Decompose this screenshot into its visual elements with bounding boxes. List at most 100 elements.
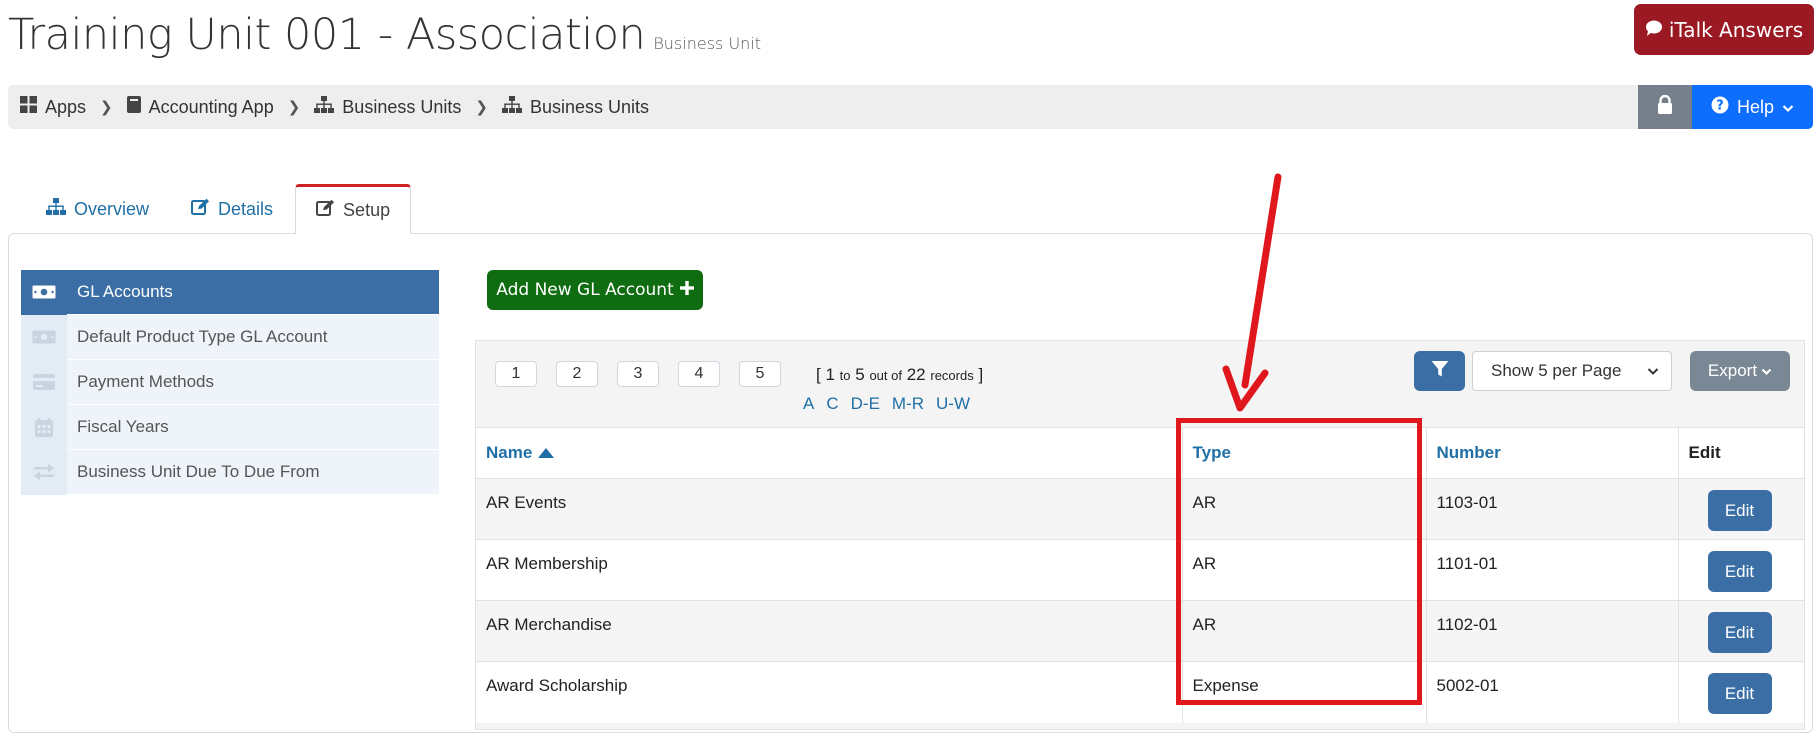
table-header-row: Name Type Number Edit — [476, 427, 1804, 479]
help-label: Help — [1736, 96, 1775, 117]
column-header-label: Name — [486, 442, 533, 462]
edit-icon — [191, 198, 210, 221]
cell-edit: Edit — [1677, 661, 1804, 723]
records-to: 5 — [855, 365, 865, 384]
cell-number: 1101-01 — [1425, 539, 1678, 601]
edit-icon — [316, 199, 335, 222]
lock-icon — [1657, 94, 1673, 119]
book-icon — [126, 96, 141, 118]
column-header-number[interactable]: Number — [1425, 427, 1678, 479]
export-label: Export — [1707, 361, 1758, 380]
column-header-type[interactable]: Type — [1181, 427, 1426, 479]
cell-number: 1103-01 — [1425, 478, 1678, 540]
breadcrumb-item-business-units[interactable]: Business Units — [314, 96, 461, 118]
letter-filter-m-r[interactable]: M-R — [892, 394, 924, 414]
filter-button[interactable] — [1414, 351, 1465, 391]
gl-accounts-table: Name Type Number Edit AR Events AR 1103-… — [476, 427, 1804, 723]
edit-button[interactable]: Edit — [1707, 673, 1772, 714]
cell-name: Award Scholarship — [476, 661, 1182, 723]
breadcrumb-item-apps[interactable]: Apps — [20, 96, 86, 118]
edit-button[interactable]: Edit — [1707, 612, 1772, 653]
breadcrumb-label: Apps — [45, 96, 87, 117]
breadcrumb-bar: Apps ❯ Accounting App ❯ Business Units ❯… — [8, 85, 1813, 129]
calendar-icon — [21, 404, 67, 450]
table-row: AR Events AR 1103-01 Edit — [476, 478, 1804, 540]
tab-bar: Overview Details Setup — [26, 184, 413, 234]
chevron-right-icon: ❯ — [475, 99, 488, 116]
column-header-name[interactable]: Name — [476, 427, 1182, 479]
letter-filter-d-e[interactable]: D-E — [851, 394, 880, 414]
cell-edit: Edit — [1677, 478, 1804, 540]
records-to-word: to — [839, 368, 851, 383]
page-button-5[interactable]: 5 — [739, 361, 781, 387]
table-row: AR Membership AR 1101-01 Edit — [476, 539, 1804, 601]
cell-name: AR Events — [476, 478, 1182, 540]
filter-icon — [1431, 360, 1449, 383]
pagination: 1 2 3 4 5 — [495, 361, 800, 387]
cell-name: AR Merchandise — [476, 600, 1182, 662]
money-icon — [21, 269, 67, 315]
sitemap-icon — [46, 198, 66, 220]
edit-button[interactable]: Edit — [1707, 551, 1772, 592]
page-button-1[interactable]: 1 — [495, 361, 537, 387]
records-open-bracket: [ — [816, 365, 821, 384]
italk-answers-button[interactable]: iTalk Answers — [1634, 4, 1814, 55]
page-subtitle: Business Unit — [653, 34, 762, 53]
setup-side-menu: GL Accounts Default Product Type GL Acco… — [21, 269, 439, 495]
page-button-2[interactable]: 2 — [556, 361, 598, 387]
menu-item-fiscal-years[interactable]: Fiscal Years — [21, 404, 439, 450]
chevron-right-icon: ❯ — [287, 99, 301, 116]
menu-item-label: Fiscal Years — [77, 417, 169, 436]
sitemap-icon — [501, 96, 522, 118]
per-page-label: Show 5 per Page — [1491, 361, 1622, 380]
menu-item-label: GL Accounts — [77, 282, 173, 301]
cell-type: AR — [1181, 600, 1426, 662]
menu-item-default-product-type-gl-account[interactable]: Default Product Type GL Account — [21, 314, 439, 360]
add-gl-account-label: Add New GL Account — [496, 280, 674, 300]
money-icon — [21, 314, 67, 360]
menu-item-payment-methods[interactable]: Payment Methods — [21, 359, 439, 405]
credit-card-icon — [21, 359, 67, 405]
help-button[interactable]: ? Help — [1692, 85, 1813, 129]
page-title-text: Training Unit 001 - Association — [8, 10, 646, 60]
italk-answers-label: iTalk Answers — [1668, 17, 1804, 42]
table-row: AR Merchandise AR 1102-01 Edit — [476, 600, 1804, 662]
tab-setup[interactable]: Setup — [295, 184, 412, 234]
sort-ascending-icon — [538, 443, 555, 463]
grid-icon — [20, 96, 37, 118]
breadcrumb-item-accounting-app[interactable]: Accounting App — [126, 96, 274, 118]
table-row: Award Scholarship Expense 5002-01 Edit — [476, 661, 1804, 723]
add-gl-account-button[interactable]: Add New GL Account — [487, 270, 703, 310]
letter-filter-c[interactable]: C — [826, 394, 838, 414]
menu-item-gl-accounts[interactable]: GL Accounts — [21, 269, 439, 315]
records-total: 22 — [906, 365, 926, 384]
breadcrumb-label: Business Units — [529, 96, 649, 117]
letter-filter: A C D-E M-R U-W — [803, 394, 970, 414]
cell-type: AR — [1181, 478, 1426, 540]
menu-item-business-unit-due-to-due-from[interactable]: Business Unit Due To Due From — [21, 449, 439, 495]
per-page-select[interactable]: Show 5 per Page — [1472, 351, 1672, 391]
export-button[interactable]: Export — [1690, 351, 1790, 391]
lock-button[interactable] — [1638, 85, 1692, 129]
breadcrumb-item-business-units-current[interactable]: Business Units — [501, 96, 649, 118]
edit-button[interactable]: Edit — [1707, 490, 1772, 531]
chevron-down-icon — [1647, 361, 1659, 381]
cell-name: AR Membership — [476, 539, 1182, 601]
cell-number: 5002-01 — [1425, 661, 1678, 723]
chevron-down-icon — [1782, 97, 1794, 118]
chevron-down-icon — [1761, 361, 1772, 381]
menu-item-label: Business Unit Due To Due From — [77, 462, 320, 481]
page-button-4[interactable]: 4 — [678, 361, 720, 387]
letter-filter-a[interactable]: A — [803, 394, 814, 414]
letter-filter-u-w[interactable]: U-W — [936, 394, 970, 414]
tab-details[interactable]: Details — [171, 184, 293, 234]
tab-label: Setup — [343, 200, 391, 220]
cell-type: Expense — [1181, 661, 1426, 723]
chevron-right-icon: ❯ — [100, 99, 113, 116]
menu-item-label: Payment Methods — [77, 372, 215, 391]
tab-overview[interactable]: Overview — [26, 184, 169, 234]
page-button-3[interactable]: 3 — [617, 361, 659, 387]
page-title: Training Unit 001 - Association Business … — [8, 10, 761, 60]
plus-icon — [679, 280, 694, 300]
records-close-bracket: ] — [978, 365, 984, 384]
